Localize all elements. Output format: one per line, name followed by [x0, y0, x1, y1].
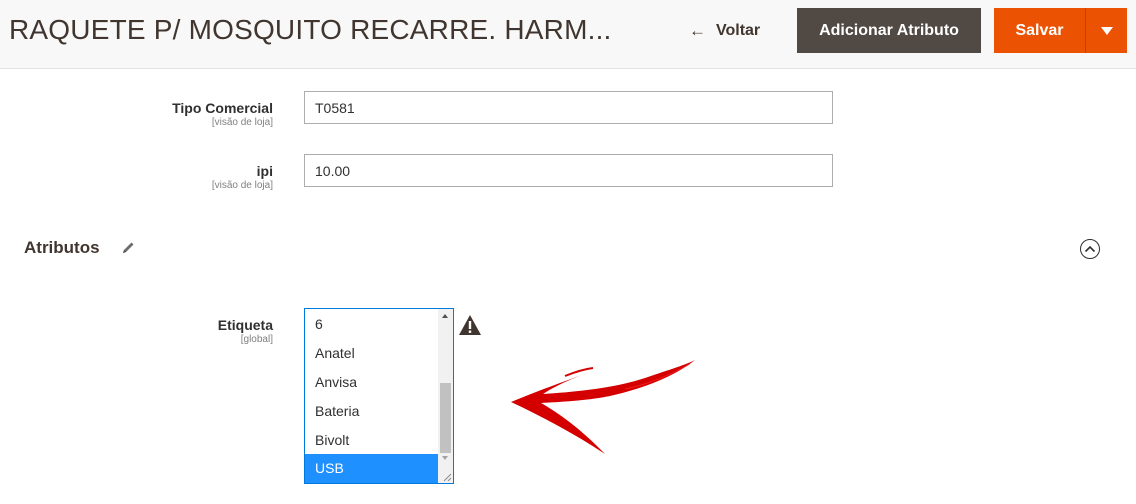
- option-anvisa[interactable]: Anvisa: [305, 368, 439, 397]
- tipo-comercial-label: Tipo Comercial: [172, 100, 273, 116]
- option-bateria[interactable]: Bateria: [305, 397, 439, 426]
- add-attribute-button[interactable]: Adicionar Atributo: [797, 8, 981, 53]
- scroll-thumb[interactable]: [440, 383, 451, 453]
- warning-icon: [459, 315, 481, 335]
- option-bivolt[interactable]: Bivolt: [305, 426, 439, 455]
- option-6[interactable]: 6: [305, 310, 439, 339]
- scroll-down-arrow-icon[interactable]: [442, 456, 448, 460]
- attributes-section-title[interactable]: Atributos: [24, 238, 100, 258]
- etiqueta-label: Etiqueta: [217, 317, 273, 333]
- scroll-up-arrow-icon[interactable]: [442, 314, 448, 318]
- ipi-scope: [visão de loja]: [211, 180, 273, 191]
- multiselect-scrollbar[interactable]: [438, 309, 453, 483]
- collapse-chevron-up-icon[interactable]: [1080, 239, 1100, 259]
- page-title: RAQUETE P/ MOSQUITO RECARRE. HARM...: [9, 14, 612, 45]
- etiqueta-scope: [global]: [240, 334, 273, 345]
- ipi-input[interactable]: [304, 154, 833, 187]
- tipo-comercial-input[interactable]: [304, 91, 833, 124]
- save-options-toggle[interactable]: [1085, 8, 1127, 53]
- option-anatel[interactable]: Anatel: [305, 339, 439, 368]
- tipo-comercial-scope: [visão de loja]: [211, 117, 273, 128]
- ipi-label: ipi: [256, 163, 273, 179]
- back-arrow-icon: ←: [689, 21, 706, 40]
- back-label: Voltar: [716, 22, 761, 39]
- red-arrow-annotation: [511, 360, 695, 454]
- back-button[interactable]: ← Voltar: [689, 18, 760, 44]
- resize-grip-icon[interactable]: [440, 470, 452, 482]
- page-header: RAQUETE P/ MOSQUITO RECARRE. HARM... ← V…: [0, 0, 1136, 69]
- etiqueta-multiselect[interactable]: 6 Anatel Anvisa Bateria Bivolt USB: [304, 308, 454, 484]
- save-button-group: Salvar: [994, 8, 1127, 53]
- caret-down-icon: [1100, 26, 1113, 35]
- save-button[interactable]: Salvar: [994, 8, 1085, 53]
- option-usb[interactable]: USB: [305, 454, 439, 483]
- pencil-icon[interactable]: [121, 240, 136, 255]
